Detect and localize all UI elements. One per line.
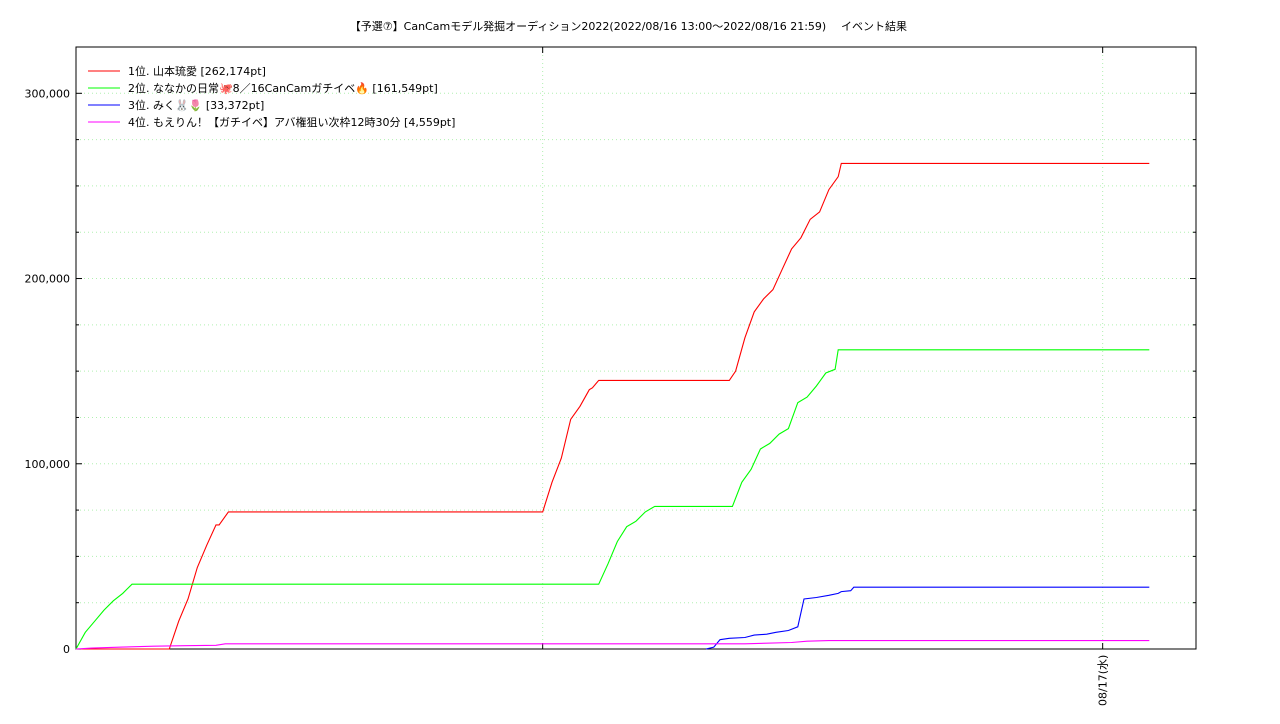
y-tick-label: 100,000 xyxy=(25,458,71,471)
legend-label-1: 1位. 山本琉愛 [262,174pt] xyxy=(128,64,266,78)
chart-title: 【予選⑦】CanCamモデル発掘オーディション2022(2022/08/16 1… xyxy=(350,19,826,33)
y-tick-label: 300,000 xyxy=(25,87,71,100)
series-line-3 xyxy=(705,586,1150,650)
line-chart: 【予選⑦】CanCamモデル発掘オーディション2022(2022/08/16 1… xyxy=(25,19,1197,706)
chart-subtitle: イベント結果 xyxy=(841,19,907,33)
legend-label-3: 3位. みく🐰🌷 [33,372pt] xyxy=(128,98,264,112)
y-tick-label: 0 xyxy=(63,643,70,656)
series-line-4 xyxy=(75,640,1150,650)
series-lines xyxy=(75,162,1150,650)
chart-container: 【予選⑦】CanCamモデル発掘オーディション2022(2022/08/16 1… xyxy=(0,0,1280,720)
grid xyxy=(76,47,1196,649)
x-tick-label: 08/17(水) xyxy=(1097,655,1110,706)
y-tick-label: 200,000 xyxy=(25,273,71,286)
legend-label-4: 4位. もえりん！【ガチイベ】アバ権狙い次枠12時30分 [4,559pt] xyxy=(128,115,455,129)
plot-frame xyxy=(75,46,1197,650)
series-line-1 xyxy=(80,162,1150,650)
legend-label-2: 2位. ななかの日常🐙8／16CanCamガチイベ🔥 [161,549pt] xyxy=(128,81,438,95)
legend: 1位. 山本琉愛 [262,174pt] 2位. ななかの日常🐙8／16CanCa… xyxy=(88,64,455,129)
series-line-2 xyxy=(75,349,1150,650)
axes: 0 100,000 200,000 300,000 08/17(水) xyxy=(25,46,1196,706)
